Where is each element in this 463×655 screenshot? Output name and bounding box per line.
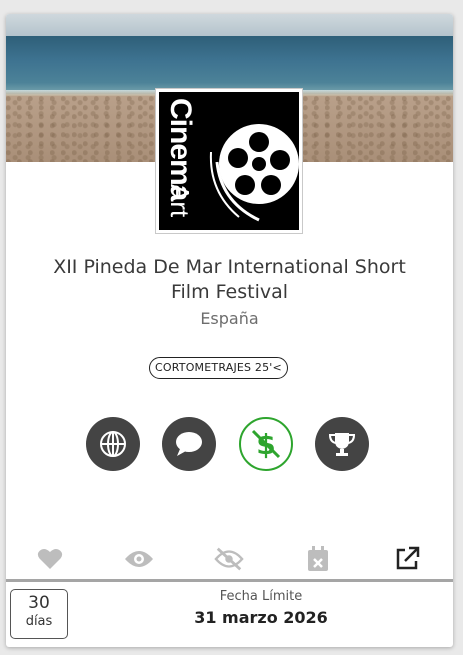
- globe-icon: [86, 417, 140, 471]
- no-fee-dollar-icon: $: [239, 417, 293, 471]
- eye-icon[interactable]: [124, 544, 154, 574]
- external-link-icon[interactable]: [392, 544, 422, 574]
- logo-art-text: Art: [165, 184, 195, 218]
- trophy-icon: [315, 417, 369, 471]
- action-bar: [6, 544, 453, 574]
- eye-slash-icon[interactable]: [214, 544, 244, 574]
- festival-country: España: [200, 309, 259, 328]
- category-badge: CORTOMETRAJES 25'<: [149, 357, 288, 379]
- divider: [6, 579, 453, 582]
- calendar-x-icon[interactable]: [303, 544, 333, 574]
- days-remaining-box: 30 días: [10, 589, 68, 639]
- speech-bubble-icon: [162, 417, 216, 471]
- festival-card[interactable]: Cinema Art XII Pineda De Mar Internation…: [6, 14, 453, 647]
- days-unit: días: [25, 614, 53, 629]
- days-count: 30: [28, 593, 50, 613]
- deadline-label: Fecha Límite: [219, 589, 303, 604]
- heart-icon[interactable]: [35, 544, 65, 574]
- festival-title[interactable]: XII Pineda De Mar International Short Fi…: [6, 255, 453, 305]
- festival-logo: Cinema Art: [155, 88, 303, 234]
- deadline-date: 31 marzo 2026: [194, 608, 328, 627]
